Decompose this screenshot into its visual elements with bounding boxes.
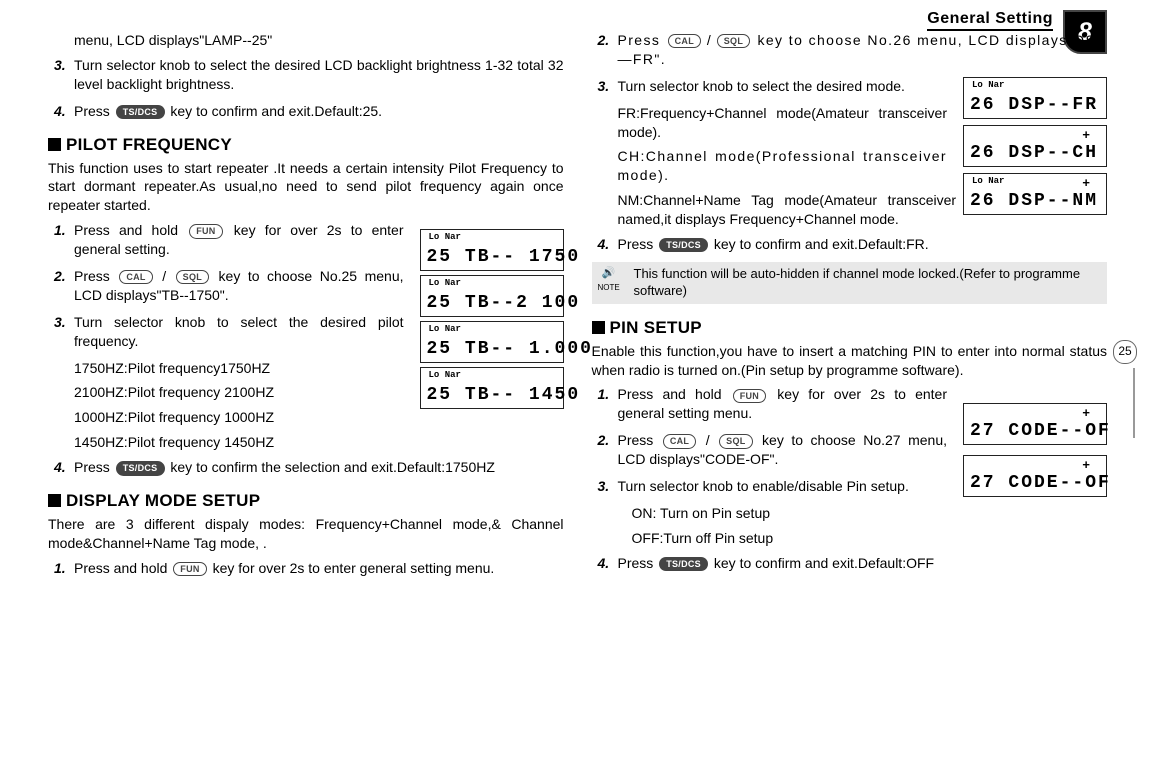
lcd-tb-2100: Lo Nar25 TB--2 100 — [420, 275, 564, 317]
sql-key-icon: SQL — [717, 34, 750, 48]
tsdcs-key-icon: TS/DCS — [659, 557, 708, 571]
pin-off: OFF:Turn off Pin setup — [592, 529, 1108, 548]
lcd-dsp-ch: +26 DSP--CH — [963, 125, 1107, 167]
display-step4: 4. Press TS/DCS key to confirm and exit.… — [592, 235, 1108, 254]
pilot-frequency-heading: PILOT FREQUENCY — [48, 135, 564, 155]
lcd-dsp-nm: Lo Nar+26 DSP--NM — [963, 173, 1107, 215]
cal-key-icon: CAL — [119, 270, 152, 284]
lamp-step3: 3.Turn selector knob to select the desir… — [48, 56, 564, 94]
display-mode-intro: There are 3 different dispaly modes: Fre… — [48, 515, 564, 553]
pilot-opt-1450: 1450HZ:Pilot frequency 1450HZ — [48, 433, 564, 452]
pilot-intro: This function uses to start repeater .It… — [48, 159, 564, 216]
cal-key-icon: CAL — [668, 34, 701, 48]
fun-key-icon: FUN — [733, 389, 766, 403]
cal-key-icon: CAL — [663, 434, 696, 448]
sql-key-icon: SQL — [176, 270, 209, 284]
lcd-code-of-1: +27 CODE--OF — [963, 403, 1107, 445]
tsdcs-key-icon: TS/DCS — [116, 461, 165, 475]
lcd-dsp-fr: Lo Nar26 DSP--FR — [963, 77, 1107, 119]
pin-intro: Enable this function,you have to insert … — [592, 342, 1108, 380]
page-number-badge: 25 — [1113, 340, 1137, 364]
page-edge-divider — [1133, 368, 1135, 438]
tsdcs-key-icon: TS/DCS — [659, 238, 708, 252]
lcd-tb-1750: Lo Nar25 TB-- 1750 — [420, 229, 564, 271]
lcd-code-of-2: +27 CODE--OF — [963, 455, 1107, 497]
note-text: This function will be auto-hidden if cha… — [634, 266, 1081, 298]
lcd-tb-1450: Lo Nar25 TB-- 1450 — [420, 367, 564, 409]
sql-key-icon: SQL — [719, 434, 752, 448]
tsdcs-key-icon: TS/DCS — [116, 105, 165, 119]
display-step2: 2. Press CAL / SQL key to choose No.26 m… — [592, 31, 1108, 69]
lcd-tb-1000: Lo Nar25 TB-- 1.000 — [420, 321, 564, 363]
note-icon: 🔊NOTE — [598, 266, 620, 295]
display-step1: 1. Press and hold FUN key for over 2s to… — [48, 559, 564, 578]
pilot-opt-1000: 1000HZ:Pilot frequency 1000HZ — [48, 408, 564, 427]
lamp-line: menu, LCD displays"LAMP--25" — [48, 31, 564, 50]
note-box: 🔊NOTE This function will be auto-hidden … — [592, 262, 1108, 304]
display-mode-heading: DISPLAY MODE SETUP — [48, 491, 564, 511]
pin-setup-heading: PIN SETUP — [592, 318, 1108, 338]
pin-step4: 4. Press TS/DCS key to confirm and exit.… — [592, 554, 1108, 573]
right-column: 2. Press CAL / SQL key to choose No.26 m… — [578, 28, 1108, 586]
lamp-step4: 4. Press TS/DCS key to confirm and exit.… — [48, 102, 564, 121]
pilot-step4: 4. Press TS/DCS key to confirm the selec… — [48, 458, 564, 477]
fun-key-icon: FUN — [189, 224, 222, 238]
pin-on: ON: Turn on Pin setup — [592, 504, 1108, 523]
fun-key-icon: FUN — [173, 562, 206, 576]
left-column: menu, LCD displays"LAMP--25" 3.Turn sele… — [48, 28, 578, 586]
